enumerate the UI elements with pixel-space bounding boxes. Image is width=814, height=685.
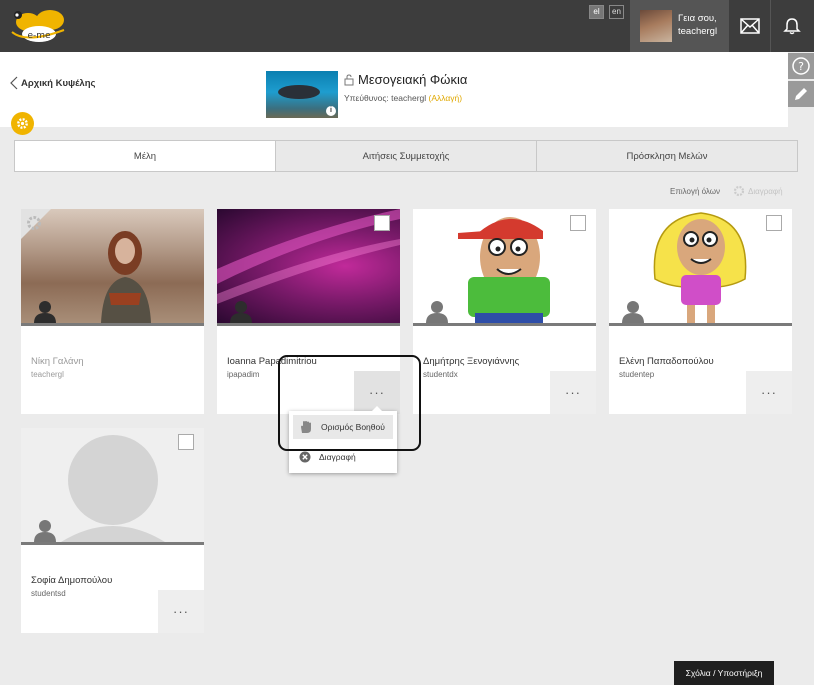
owner-label: Υπεύθυνος: — [344, 93, 389, 103]
user-menu[interactable]: Γεια σου, teachergl — [630, 0, 728, 52]
tab-members[interactable]: Μέλη — [14, 140, 276, 172]
member-username: ipapadim — [227, 370, 260, 379]
member-name: Δημήτρης Ξενογιάννης — [423, 356, 520, 367]
member-username: studentdx — [423, 370, 458, 379]
e-me-logo[interactable]: e-me — [6, 4, 72, 48]
member-name: Νίκη Γαλάνη — [31, 356, 84, 367]
lock-open-icon — [344, 73, 354, 85]
logo-text: e-me — [27, 31, 51, 41]
username-text: teachergl — [678, 26, 718, 37]
user-greeting: Γεια σου, teachergl — [678, 12, 717, 38]
member-card[interactable]: Ελένη Παπαδοπούλου studentep ··· — [609, 209, 792, 414]
more-options-button[interactable]: ··· — [158, 590, 204, 633]
mail-icon — [739, 18, 760, 34]
back-label: Αρχική Κυψέλης — [21, 77, 96, 89]
delete-selected-label: Διαγραφή — [748, 186, 783, 196]
hive-header: Αρχική Κυψέλης i Μεσογειακή Φώκια Υπεύθυ… — [0, 52, 788, 127]
change-owner-link[interactable]: (Αλλαγή) — [429, 93, 463, 103]
member-card[interactable]: Νίκη Γαλάνη teachergl — [21, 209, 204, 414]
member-checkbox[interactable] — [374, 215, 390, 231]
greeting-text: Γεια σου, — [678, 13, 717, 24]
lang-el-button[interactable]: el — [589, 5, 604, 19]
edit-button[interactable] — [788, 81, 814, 107]
member-card[interactable]: Δημήτρης Ξενογιάννης studentdx ··· — [413, 209, 596, 414]
member-name: Ελένη Παπαδοπούλου — [619, 356, 714, 367]
owner-name: teachergl — [391, 93, 427, 103]
info-icon[interactable]: i — [326, 106, 336, 116]
hive-title: Μεσογειακή Φώκια — [344, 72, 467, 87]
seal-shape — [278, 85, 320, 99]
hive-image[interactable]: i — [266, 71, 338, 118]
member-checkbox[interactable] — [570, 215, 586, 231]
top-bar: e-me el en Γεια σου, teachergl — [0, 0, 814, 52]
help-button[interactable]: ? — [788, 53, 814, 79]
notifications-button[interactable] — [770, 0, 812, 52]
user-role-icon — [34, 520, 56, 542]
member-username: teachergl — [31, 370, 64, 379]
avatar — [640, 10, 672, 42]
delete-selected-button[interactable]: Διαγραφή — [733, 185, 783, 197]
back-to-hive-link[interactable]: Αρχική Κυψέλης — [10, 76, 95, 90]
hive-settings-button[interactable] — [11, 112, 34, 135]
hive-title-text: Μεσογειακή Φώκια — [358, 72, 468, 87]
help-symbol: ? — [798, 60, 804, 73]
annotation-highlight — [278, 355, 421, 451]
delete-member-label: Διαγραφή — [319, 452, 356, 462]
hive-owner: Υπεύθυνος: teachergl (Αλλαγή) — [344, 93, 462, 103]
user-role-icon — [230, 301, 252, 323]
chevron-left-icon — [10, 76, 18, 90]
member-checkbox[interactable] — [178, 434, 194, 450]
member-tabs: Μέλη Αιτήσεις Συμμετοχής Πρόσκληση Μελών — [14, 140, 798, 172]
member-checkbox[interactable] — [766, 215, 782, 231]
gear-icon — [27, 216, 41, 230]
feedback-button[interactable]: Σχόλια / Υποστήριξη — [674, 661, 774, 685]
pencil-icon — [795, 88, 807, 100]
member-username: studentsd — [31, 589, 66, 598]
more-options-button[interactable]: ··· — [550, 371, 596, 414]
member-name: Σοφία Δημοπούλου — [31, 575, 113, 586]
tab-join-requests[interactable]: Αιτήσεις Συμμετοχής — [276, 140, 537, 172]
user-role-icon — [622, 301, 644, 323]
messages-button[interactable] — [728, 0, 770, 52]
more-options-button[interactable]: ··· — [746, 371, 792, 414]
member-card[interactable]: Σοφία Δημοπούλου studentsd ··· — [21, 428, 204, 633]
gear-icon — [17, 118, 28, 129]
help-icon: ? — [792, 57, 810, 75]
tab-invite-members[interactable]: Πρόσκληση Μελών — [537, 140, 798, 172]
select-all-link[interactable]: Επιλογή όλων — [670, 187, 720, 196]
bell-icon — [782, 18, 801, 35]
user-role-icon — [426, 301, 448, 323]
gear-icon — [733, 185, 745, 197]
user-role-icon — [34, 301, 56, 323]
remove-icon — [299, 451, 311, 463]
member-username: studentep — [619, 370, 655, 379]
lang-en-button[interactable]: en — [609, 5, 624, 19]
